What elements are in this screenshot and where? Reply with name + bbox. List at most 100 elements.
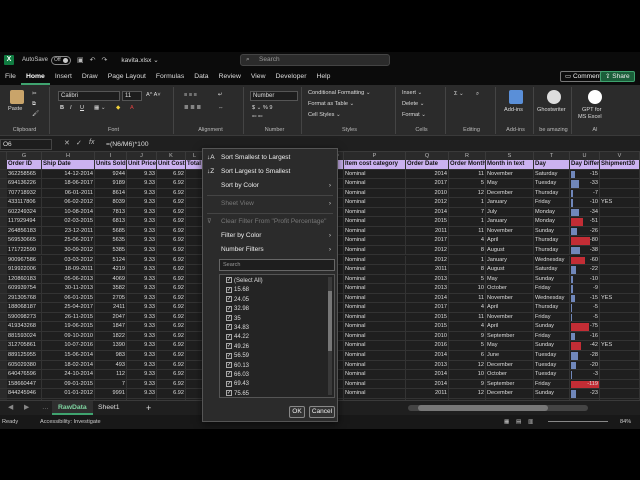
- table-cell[interactable]: 6.92: [157, 179, 186, 189]
- table-cell[interactable]: 433117806: [7, 198, 42, 208]
- table-cell[interactable]: 881593024: [7, 331, 42, 342]
- tab-insert[interactable]: Insert: [50, 68, 77, 85]
- table-cell[interactable]: 8039: [95, 198, 127, 208]
- tab-data[interactable]: Data: [189, 68, 213, 85]
- table-cell[interactable]: 2013: [406, 360, 449, 371]
- tab-page-layout[interactable]: Page Layout: [103, 68, 151, 85]
- table-cell[interactable]: 1: [449, 198, 486, 208]
- table-cell[interactable]: Friday: [534, 312, 570, 323]
- table-cell[interactable]: 9.33: [127, 169, 157, 180]
- table-cell[interactable]: 9.33: [127, 245, 157, 256]
- table-cell[interactable]: Thursday: [534, 303, 570, 313]
- table-cell[interactable]: 2014: [406, 207, 449, 218]
- wrap-text-icon[interactable]: ↵: [218, 92, 223, 98]
- table-cell[interactable]: 5685: [95, 226, 127, 237]
- table-cell[interactable]: [600, 312, 640, 323]
- checkbox-icon[interactable]: ✓: [226, 343, 232, 350]
- table-cell[interactable]: 9.33: [127, 179, 157, 189]
- table-cell[interactable]: 2011: [406, 226, 449, 237]
- enter-icon[interactable]: ✓: [76, 139, 82, 147]
- file-name[interactable]: kavita.xlsx ⌄: [121, 56, 158, 64]
- add-sheet-button[interactable]: +: [140, 401, 157, 415]
- table-cell[interactable]: 9.33: [127, 360, 157, 371]
- table-cell[interactable]: 8614: [95, 188, 127, 199]
- table-cell[interactable]: 8: [449, 245, 486, 256]
- row-header[interactable]: [0, 169, 7, 180]
- table-cell[interactable]: YES: [600, 341, 640, 351]
- table-cell[interactable]: 9: [449, 331, 486, 342]
- table-cell[interactable]: [600, 274, 640, 285]
- zoom-level[interactable]: 84%: [620, 415, 631, 429]
- table-cell[interactable]: 06-01-2011: [42, 188, 95, 199]
- filter-value-checkbox[interactable]: ✓ 69.43: [226, 380, 249, 389]
- autosum-icon[interactable]: Σ ⌄: [454, 91, 464, 97]
- table-cell[interactable]: 09-10-2010: [42, 331, 95, 342]
- table-cell[interactable]: 4: [449, 322, 486, 332]
- table-cell[interactable]: 5: [449, 179, 486, 189]
- row-header[interactable]: [0, 370, 7, 380]
- table-cell[interactable]: Sunday: [534, 274, 570, 285]
- underline-button[interactable]: U: [80, 105, 84, 111]
- table-cell[interactable]: 02-03-2015: [42, 217, 95, 227]
- table-cell[interactable]: April: [486, 303, 534, 313]
- decimal-buttons[interactable]: ⁰⁰ ⁰⁰: [252, 115, 263, 121]
- table-cell[interactable]: Thursday: [534, 188, 570, 199]
- table-cell[interactable]: 26-11-2015: [42, 312, 95, 323]
- ok-button[interactable]: OK: [289, 406, 305, 418]
- accessibility-status[interactable]: Accessibility: Investigate: [40, 415, 101, 429]
- table-cell[interactable]: 6.92: [157, 293, 186, 304]
- table-cell[interactable]: 2015: [406, 322, 449, 332]
- table-cell[interactable]: 09-01-2015: [42, 379, 95, 390]
- table-cell[interactable]: Nominal: [344, 293, 406, 304]
- table-cell[interactable]: 2013: [406, 274, 449, 285]
- column-header[interactable]: G: [7, 152, 42, 160]
- row-header[interactable]: [0, 217, 7, 227]
- table-cell[interactable]: April: [486, 322, 534, 332]
- tab-help[interactable]: Help: [311, 68, 335, 85]
- table-cell[interactable]: 889125955: [7, 351, 42, 361]
- table-cell[interactable]: 1390: [95, 341, 127, 351]
- table-cell[interactable]: 5124: [95, 255, 127, 266]
- table-cell[interactable]: [600, 236, 640, 246]
- table-cell[interactable]: April: [486, 236, 534, 246]
- table-cell[interactable]: Sunday: [534, 322, 570, 332]
- table-cell[interactable]: [600, 245, 640, 256]
- table-cell[interactable]: 2047: [95, 312, 127, 323]
- table-cell[interactable]: -20: [570, 360, 600, 371]
- search-input[interactable]: ⌕ Search: [240, 54, 390, 66]
- table-cell[interactable]: 9.33: [127, 217, 157, 227]
- horizontal-align-icons[interactable]: ≣ ≣ ≣: [184, 105, 201, 111]
- table-cell[interactable]: Nominal: [344, 207, 406, 218]
- table-cell[interactable]: January: [486, 198, 534, 208]
- table-cell[interactable]: 9.33: [127, 370, 157, 380]
- table-cell[interactable]: Nominal: [344, 351, 406, 361]
- table-cell[interactable]: 9.33: [127, 341, 157, 351]
- table-cell[interactable]: 6.92: [157, 255, 186, 266]
- table-cell[interactable]: -119: [570, 379, 600, 390]
- filter-value-checkbox[interactable]: ✓ 56.59: [226, 352, 249, 361]
- table-cell[interactable]: 9.33: [127, 303, 157, 313]
- column-header[interactable]: T: [534, 152, 570, 160]
- table-cell[interactable]: 419343268: [7, 322, 42, 332]
- sort-by-color-item[interactable]: Sort by Color ›: [203, 179, 337, 193]
- table-cell[interactable]: 2012: [406, 245, 449, 256]
- sort-descending-item[interactable]: ↓Z Sort Largest to Smallest: [203, 165, 337, 179]
- table-cell[interactable]: 5385: [95, 245, 127, 256]
- table-cell[interactable]: 919922006: [7, 265, 42, 275]
- table-cell[interactable]: 06-02-2012: [42, 198, 95, 208]
- table-cell[interactable]: 362258565: [7, 169, 42, 180]
- tab-home[interactable]: Home: [20, 68, 50, 85]
- name-box[interactable]: O6: [0, 139, 52, 150]
- table-cell[interactable]: Nominal: [344, 217, 406, 227]
- table-cell[interactable]: Monday: [534, 217, 570, 227]
- prev-sheet-icon[interactable]: ◀: [2, 401, 19, 415]
- table-cell[interactable]: 2011: [406, 265, 449, 275]
- table-cell[interactable]: -10: [570, 198, 600, 208]
- ghostwriter-button[interactable]: Ghostwriter: [537, 107, 566, 113]
- checkbox-icon[interactable]: ✓: [226, 333, 232, 340]
- table-cell[interactable]: 6.92: [157, 303, 186, 313]
- filter-value-checkbox[interactable]: ✓ 32.98: [226, 305, 249, 314]
- table-cell[interactable]: 9.33: [127, 389, 157, 399]
- copy-icon[interactable]: ⧉: [32, 101, 36, 108]
- table-cell[interactable]: Nominal: [344, 245, 406, 256]
